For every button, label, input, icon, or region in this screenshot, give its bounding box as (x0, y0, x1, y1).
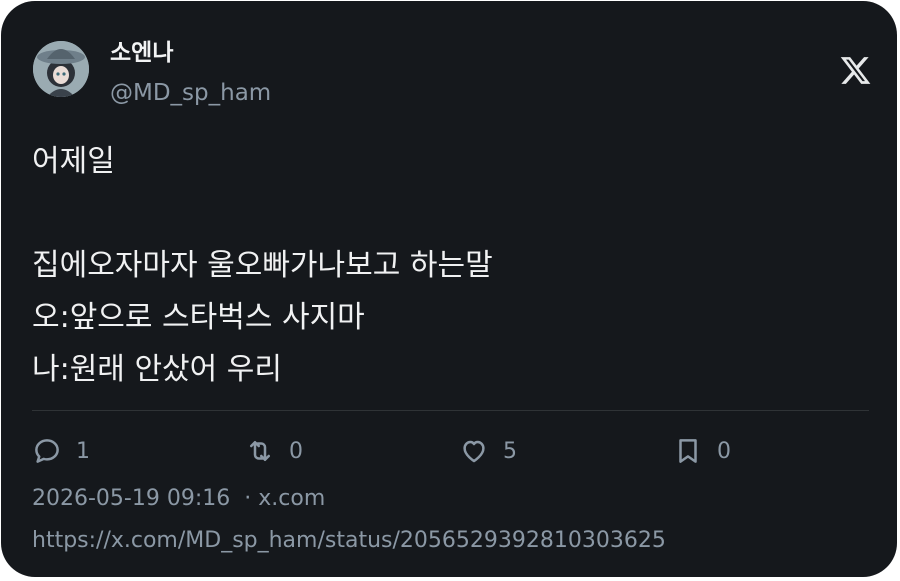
divider (32, 410, 869, 411)
tweet-text-line: 나:원래 안샀어 우리 (32, 352, 282, 387)
bookmark-icon (679, 439, 697, 463)
tweet-meta: 2026-05-19 09:16 · x.com (32, 484, 325, 514)
heart-icon (463, 440, 485, 463)
tweet-text-line: 오:앞으로 스타벅스 사지마 (32, 300, 365, 335)
tweet-text-line: 어제일 (32, 144, 115, 179)
source-link[interactable]: x.com (258, 486, 325, 511)
bookmark-button[interactable]: 0 (673, 433, 731, 469)
reply-button[interactable]: 1 (32, 433, 90, 469)
repost-button[interactable]: 0 (245, 433, 303, 469)
x-logo-icon[interactable] (839, 54, 872, 87)
repost-icon (250, 441, 270, 461)
like-button[interactable]: 5 (459, 433, 517, 469)
status-url[interactable]: https://x.com/MD_sp_ham/status/205652939… (32, 526, 666, 556)
avatar-image (33, 41, 89, 97)
display-name[interactable]: 소엔나 (110, 37, 173, 69)
bookmark-count: 0 (717, 438, 731, 464)
timestamp[interactable]: 2026-05-19 09:16 (32, 486, 230, 511)
tweet-text-line (32, 188, 862, 240)
tweet-text: 어제일 집에오자마자 울오빠가나보고 하는말 오:앞으로 스타벅스 사지마 나:… (32, 136, 862, 396)
meta-separator: · (244, 486, 252, 511)
tweet-text-line: 집에오자마자 울오빠가나보고 하는말 (32, 248, 493, 283)
avatar[interactable] (33, 41, 89, 97)
repost-count: 0 (289, 438, 303, 464)
reply-icon (35, 439, 59, 463)
tweet-card: 소엔나 @MD_sp_ham 어제일 집에오자마자 울오빠가나보고 하는말 오:… (1, 1, 897, 577)
reply-count: 1 (76, 438, 90, 464)
user-handle[interactable]: @MD_sp_ham (110, 77, 271, 109)
like-count: 5 (503, 438, 517, 464)
